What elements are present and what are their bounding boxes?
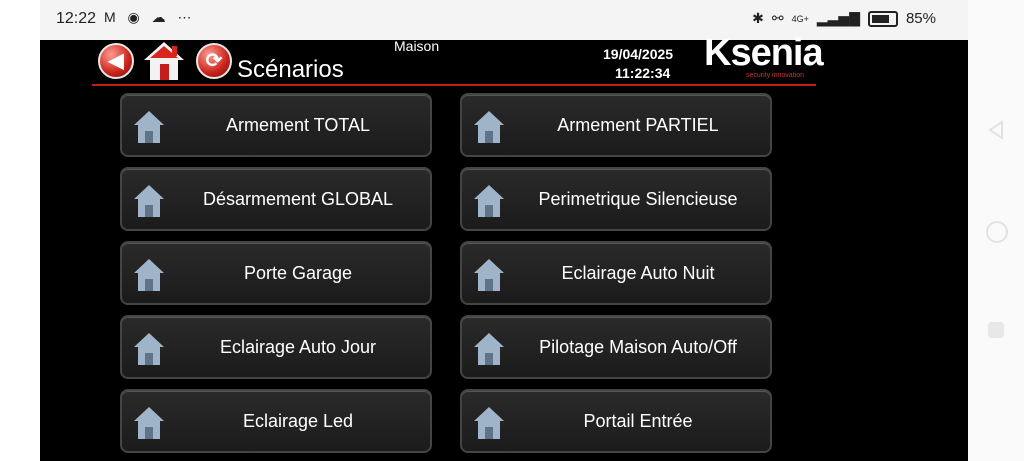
- notification-icons: M ◉ ☁ ⋯: [104, 9, 196, 25]
- scenario-label: Armement PARTIEL: [557, 115, 719, 135]
- refresh-icon: ⟳: [205, 50, 223, 72]
- scenario-button[interactable]: Eclairage Auto Nuit: [460, 241, 772, 305]
- bluetooth-icon: ✱: [752, 10, 764, 26]
- scenario-button[interactable]: Portail Entrée: [460, 389, 772, 453]
- scenario-button[interactable]: Eclairage Auto Jour: [120, 315, 432, 379]
- logo-tagline: security innovation: [746, 72, 804, 79]
- scenario-label: Eclairage Led: [242, 411, 354, 431]
- house-icon: [134, 333, 164, 365]
- house-icon: [474, 333, 504, 365]
- scenario-button[interactable]: Désarmement GLOBAL: [120, 167, 432, 231]
- scenario-button[interactable]: Pilotage Maison Auto/Off: [460, 315, 772, 379]
- date-display: 19/04/2025: [603, 46, 674, 62]
- app-screen: ◀ ⟳ Scénarios Maison 19/04/2025 11:22:34…: [40, 32, 968, 461]
- scenario-button[interactable]: Perimetrique Silencieuse: [460, 167, 772, 231]
- scenario-label: Porte Garage: [243, 263, 353, 283]
- scenario-label: Armement TOTAL: [225, 115, 371, 135]
- scenario-button[interactable]: Porte Garage: [120, 241, 432, 305]
- page-title: Scénarios: [237, 56, 344, 83]
- battery-icon: [867, 10, 898, 27]
- house-icon: [134, 111, 164, 143]
- status-bar: 12:22 M ◉ ☁ ⋯ ✱ ⚯ 4G+ ▂▃▅▇ 85%: [40, 0, 968, 40]
- nav-back-icon[interactable]: [988, 120, 1004, 140]
- ksenia-logo: Ksenia security innovation: [704, 32, 824, 79]
- signal-icon: ▂▃▅▇: [816, 10, 860, 26]
- scenario-label: Perimetrique Silencieuse: [538, 189, 738, 209]
- house-icon: [474, 185, 504, 217]
- signal-label: 4G+: [791, 13, 809, 24]
- battery-percent: 85%: [905, 10, 936, 27]
- header-divider: [92, 84, 816, 86]
- link-icon: ⚯: [771, 10, 784, 26]
- nav-recents-icon[interactable]: [988, 322, 1004, 338]
- refresh-button[interactable]: ⟳: [196, 43, 232, 79]
- scenario-button[interactable]: Eclairage Led: [120, 389, 432, 453]
- scenario-label: Eclairage Auto Nuit: [561, 263, 715, 283]
- house-icon: [134, 259, 164, 291]
- time-display: 11:22:34: [615, 65, 671, 81]
- house-icon: [134, 185, 164, 217]
- system-nav-bar: [968, 0, 1024, 461]
- scenario-label: Désarmement GLOBAL: [202, 189, 394, 209]
- nav-home-icon[interactable]: [986, 221, 1008, 243]
- house-icon: [474, 259, 504, 291]
- scenario-label: Eclairage Auto Jour: [219, 337, 377, 357]
- house-icon: [134, 407, 164, 439]
- logo-text: Ksenia: [704, 32, 824, 74]
- scenario-label: Portail Entrée: [583, 411, 693, 431]
- scenario-button[interactable]: Armement TOTAL: [120, 93, 432, 157]
- status-icons: ✱ ⚯ 4G+ ▂▃▅▇ 85%: [752, 10, 936, 27]
- home-icon: [144, 42, 184, 80]
- status-time: 12:22: [56, 10, 97, 27]
- scenario-button[interactable]: Armement PARTIEL: [460, 93, 772, 157]
- house-icon: [474, 111, 504, 143]
- house-icon: [474, 407, 504, 439]
- header: ◀ ⟳ Scénarios Maison 19/04/2025 11:22:34…: [40, 32, 968, 86]
- location-label: Maison: [394, 38, 440, 54]
- arrow-left-icon: ◀: [108, 50, 124, 72]
- back-button[interactable]: ◀: [98, 43, 134, 79]
- scenario-label: Pilotage Maison Auto/Off: [539, 337, 737, 357]
- home-button[interactable]: [142, 40, 186, 82]
